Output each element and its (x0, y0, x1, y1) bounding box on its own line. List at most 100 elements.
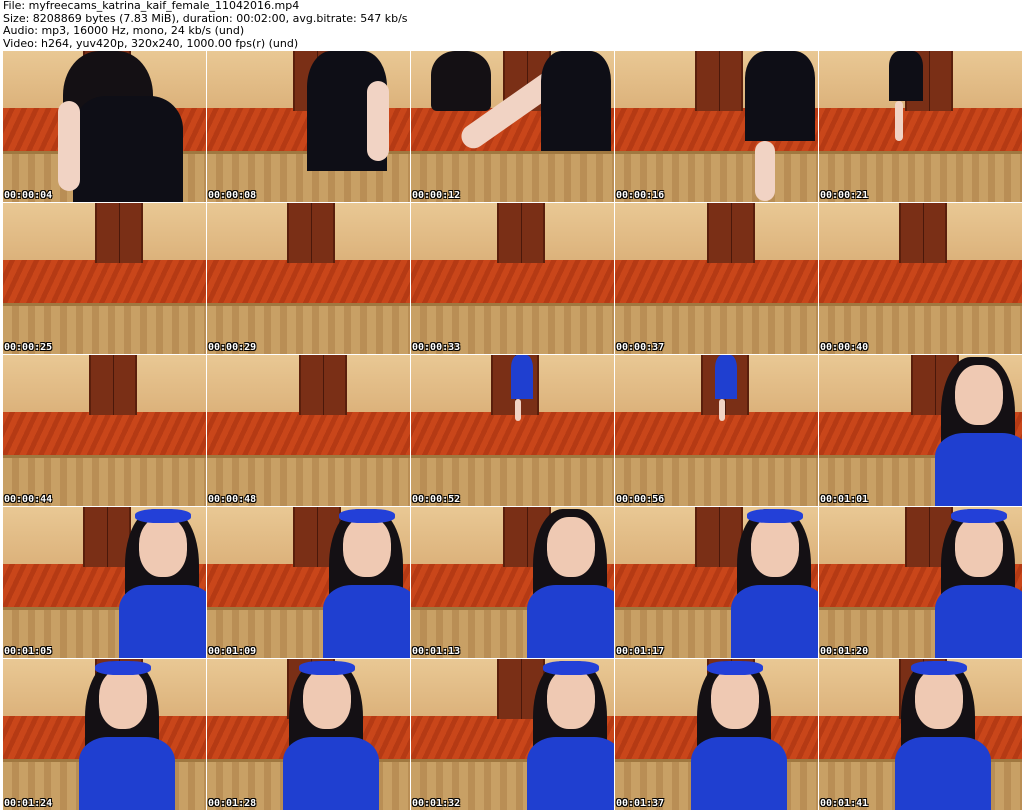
headband (135, 509, 191, 523)
door (695, 507, 743, 568)
timestamp-label: 00:00:33 (412, 342, 461, 353)
timestamp-label: 00:01:09 (208, 646, 257, 657)
dress (541, 51, 611, 151)
video-thumbnail[interactable]: 00:00:44 (3, 355, 206, 506)
timestamp-label: 00:01:24 (4, 798, 53, 809)
video-thumbnail[interactable]: 00:01:13 (411, 507, 614, 658)
face (343, 517, 391, 577)
video-thumbnail[interactable]: 00:00:25 (3, 203, 206, 354)
face (915, 669, 963, 729)
video-thumbnail[interactable]: 00:00:08 (207, 51, 410, 202)
timestamp-label: 00:01:17 (616, 646, 665, 657)
video-thumbnail[interactable]: 00:01:28 (207, 659, 410, 810)
dress (283, 737, 379, 810)
video-thumbnail[interactable]: 00:01:20 (819, 507, 1022, 658)
headband (911, 661, 967, 675)
face (955, 517, 1003, 577)
video-info-line: Video: h264, yuv420p, 320x240, 1000.00 f… (3, 36, 299, 50)
headband (95, 661, 151, 675)
timestamp-label: 00:00:08 (208, 190, 257, 201)
timestamp-label: 00:00:25 (4, 342, 53, 353)
door (89, 355, 137, 416)
video-thumbnail[interactable]: 00:01:24 (3, 659, 206, 810)
dress (715, 355, 737, 399)
timestamp-label: 00:00:29 (208, 342, 257, 353)
dress (935, 433, 1022, 506)
video-thumbnail[interactable]: 00:00:33 (411, 203, 614, 354)
video-thumbnail[interactable]: 00:01:01 (819, 355, 1022, 506)
face (547, 669, 595, 729)
timestamp-label: 00:00:48 (208, 494, 257, 505)
headband (707, 661, 763, 675)
timestamp-label: 00:01:05 (4, 646, 53, 657)
video-thumbnail[interactable]: 00:00:40 (819, 203, 1022, 354)
video-thumbnail[interactable]: 00:01:05 (3, 507, 206, 658)
leg (719, 399, 725, 421)
timestamp-label: 00:01:20 (820, 646, 869, 657)
arm (58, 101, 80, 191)
dress (527, 585, 614, 658)
face (751, 517, 799, 577)
door (899, 203, 947, 264)
video-thumbnail[interactable]: 00:01:32 (411, 659, 614, 810)
video-thumbnail[interactable]: 00:01:41 (819, 659, 1022, 810)
dress (79, 737, 175, 810)
door (707, 203, 755, 264)
timestamp-label: 00:01:01 (820, 494, 869, 505)
face (303, 669, 351, 729)
video-thumbnail[interactable]: 00:00:12 (411, 51, 614, 202)
timestamp-label: 00:01:32 (412, 798, 461, 809)
file-name-line: File: myfreecams_katrina_kaif_female_110… (3, 0, 300, 12)
dress (73, 96, 183, 202)
door (695, 51, 743, 112)
leg (895, 101, 903, 141)
headband (747, 509, 803, 523)
video-thumbnail[interactable]: 00:01:09 (207, 507, 410, 658)
timestamp-label: 00:00:16 (616, 190, 665, 201)
video-thumbnail[interactable]: 00:00:56 (615, 355, 818, 506)
video-thumbnail[interactable]: 00:01:37 (615, 659, 818, 810)
timestamp-label: 00:00:21 (820, 190, 869, 201)
video-thumbnail[interactable]: 00:00:52 (411, 355, 614, 506)
dress (889, 51, 923, 101)
arm (367, 81, 389, 161)
door (497, 203, 545, 264)
timestamp-label: 00:00:44 (4, 494, 53, 505)
leg (755, 141, 775, 201)
timestamp-label: 00:00:56 (616, 494, 665, 505)
video-thumbnail[interactable]: 00:00:16 (615, 51, 818, 202)
face (547, 517, 595, 577)
door (287, 203, 335, 264)
hair (431, 51, 491, 111)
dress (895, 737, 991, 810)
timestamp-label: 00:01:41 (820, 798, 869, 809)
file-info-header: File: myfreecams_katrina_kaif_female_110… (3, 0, 408, 50)
video-thumbnail[interactable]: 00:00:29 (207, 203, 410, 354)
door (95, 203, 143, 264)
dress (935, 585, 1022, 658)
dress (511, 355, 533, 399)
timestamp-label: 00:01:37 (616, 798, 665, 809)
audio-info-line: Audio: mp3, 16000 Hz, mono, 24 kb/s (und… (3, 24, 245, 37)
dress (119, 585, 206, 658)
video-thumbnail[interactable]: 00:00:37 (615, 203, 818, 354)
video-thumbnail[interactable]: 00:01:17 (615, 507, 818, 658)
leg (515, 399, 521, 421)
video-thumbnail[interactable]: 00:00:04 (3, 51, 206, 202)
face (955, 365, 1003, 425)
timestamp-label: 00:00:04 (4, 190, 53, 201)
face (711, 669, 759, 729)
dress (745, 51, 815, 141)
timestamp-label: 00:00:40 (820, 342, 869, 353)
video-thumbnail[interactable]: 00:00:21 (819, 51, 1022, 202)
headband (543, 661, 599, 675)
video-thumbnail[interactable]: 00:00:48 (207, 355, 410, 506)
dress (527, 737, 614, 810)
timestamp-label: 00:00:52 (412, 494, 461, 505)
door (83, 507, 131, 568)
face (139, 517, 187, 577)
timestamp-label: 00:01:28 (208, 798, 257, 809)
thumbnail-grid: 00:00:04 00:00:08 00:00:12 00:00:16 00:00:21… (3, 51, 1022, 810)
timestamp-label: 00:01:13 (412, 646, 461, 657)
timestamp-label: 00:00:37 (616, 342, 665, 353)
